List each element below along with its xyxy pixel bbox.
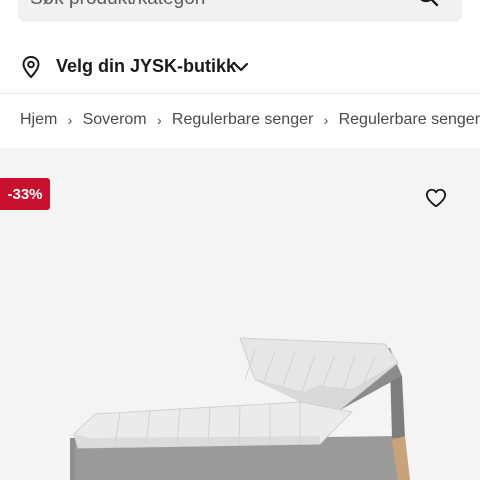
breadcrumb-item-adjustable-beds[interactable]: Regulerbare senger: [172, 111, 313, 129]
store-selector-label: Velg din JYSK-butikk: [56, 56, 237, 76]
breadcrumb-item-bedroom[interactable]: Soverom: [83, 111, 147, 129]
breadcrumb-item-adjustable-beds-sub[interactable]: Regulerbare senger: [339, 111, 480, 129]
product-image-area[interactable]: -33%: [0, 148, 480, 480]
search-icon[interactable]: [416, 0, 440, 8]
breadcrumb-item-home[interactable]: Hjem: [20, 111, 57, 129]
product-image[interactable]: [0, 148, 480, 480]
discount-badge: -33%: [0, 178, 50, 210]
breadcrumb-separator-icon: ›: [156, 112, 162, 128]
chevron-down-icon: [233, 62, 249, 72]
location-pin-icon: [22, 55, 40, 79]
breadcrumb-separator-icon: ›: [323, 112, 329, 128]
search-placeholder: Søk produkt/kategori: [30, 0, 205, 10]
breadcrumb: Hjem › Soverom › Regulerbare senger › Re…: [20, 94, 480, 146]
store-selector[interactable]: Velg din JYSK-butikk: [0, 44, 480, 92]
search-input[interactable]: Søk produkt/kategori: [18, 0, 462, 22]
heart-icon[interactable]: [425, 187, 447, 209]
breadcrumb-separator-icon: ›: [67, 112, 73, 128]
